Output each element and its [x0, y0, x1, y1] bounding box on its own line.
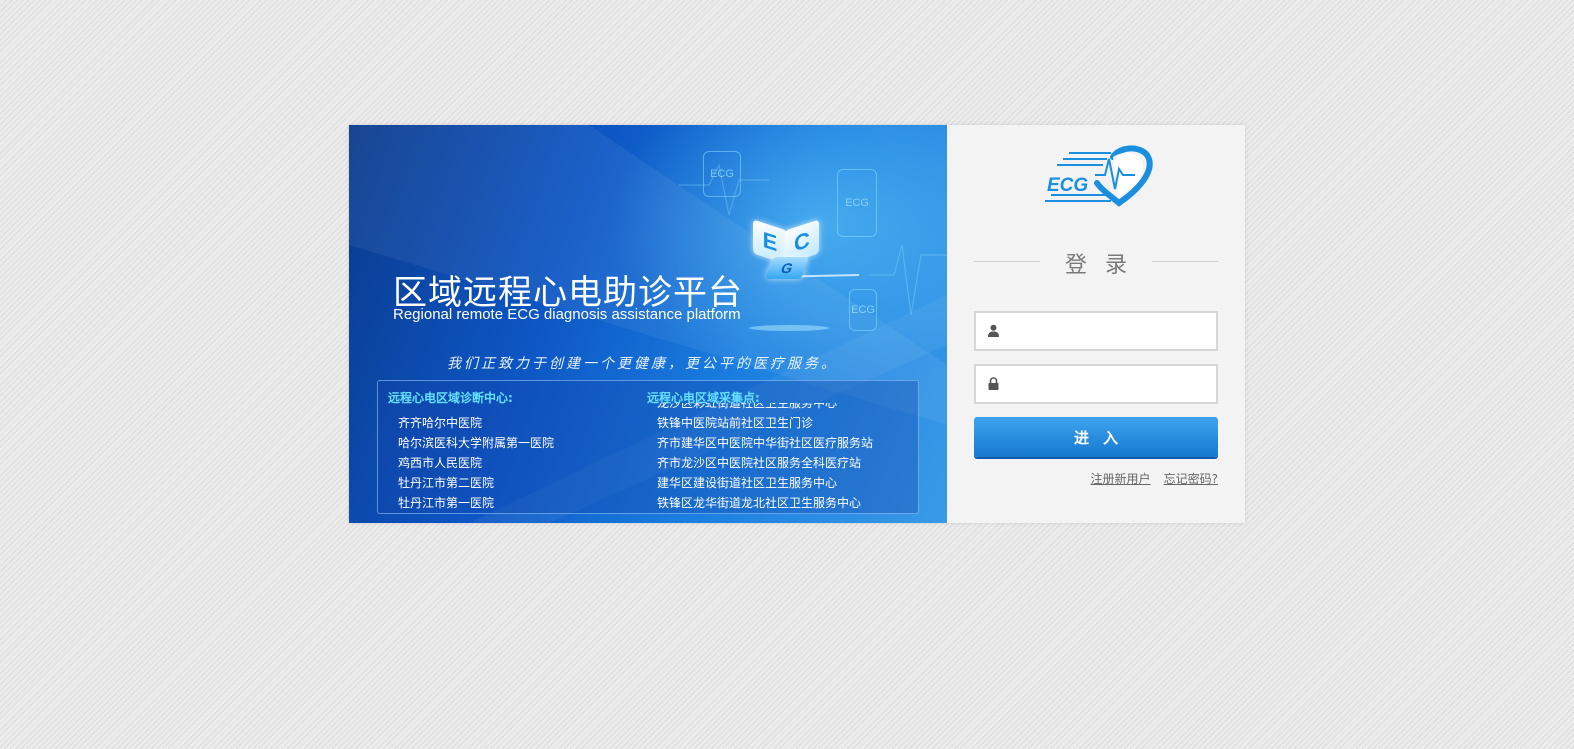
- list-item: 建华区建设街道社区卫生服务中心: [657, 476, 838, 490]
- centers-panel: 远程心电区域诊断中心: 齐齐哈尔中医院 哈尔滨医科大学附属第一医院 鸡西市人民医…: [377, 380, 919, 514]
- list-item: 铁锋中医院站前社区卫生门诊: [657, 416, 814, 430]
- ecg-cube-icon: E C G: [751, 215, 821, 293]
- ecg-float-icon: ECG: [837, 169, 877, 237]
- login-box: ECG ECG ECG E C G 区域远程心电助诊平台 Regional re…: [349, 125, 1245, 523]
- register-link[interactable]: 注册新用户: [1091, 472, 1151, 486]
- ecg-float-icon: ECG: [849, 289, 877, 331]
- diagnosis-centers-title: 远程心电区域诊断中心:: [388, 391, 513, 405]
- password-input[interactable]: [1010, 366, 1214, 404]
- login-links: 注册新用户 忘记密码?: [1083, 468, 1218, 487]
- password-field[interactable]: [974, 364, 1218, 404]
- login-panel: ECG 登录 进入 注册新用户 忘记密码?: [947, 125, 1245, 523]
- list-item: 哈尔滨医科大学附属第一医院: [398, 436, 555, 450]
- list-item: 牡丹江市第一医院: [398, 496, 495, 510]
- username-field[interactable]: [974, 311, 1218, 351]
- banner-slogan: 我们正致力于创建一个更健康，更公平的医疗服务。: [447, 356, 838, 372]
- list-item: 铁锋区龙华街道龙北社区卫生服务中心: [657, 496, 862, 509]
- forgot-password-link[interactable]: 忘记密码?: [1164, 472, 1218, 486]
- login-title-row: 登录: [974, 245, 1218, 279]
- list-item: 龙沙区彩虹街道社区卫生服务中心: [657, 403, 838, 410]
- banner-subtitle: Regional remote ECG diagnosis assistance…: [393, 306, 741, 323]
- list-item: 牡丹江市第二医院: [398, 476, 495, 490]
- list-item: 鸡西市人民医院: [398, 456, 483, 470]
- logo-text: ECG: [1047, 175, 1088, 196]
- list-item: 齐市建华区中医院中华街社区医疗服务站: [657, 436, 874, 450]
- collection-points-list: 龙沙区彩虹街道社区卫生服务中心 铁锋中医院站前社区卫生门诊 齐市建华区中医院中华…: [657, 403, 873, 509]
- ecg-heart-logo-icon: ECG: [1045, 145, 1153, 207]
- lock-icon: [988, 377, 999, 390]
- diagnosis-centers-list: 齐齐哈尔中医院 哈尔滨医科大学附属第一医院 鸡西市人民医院 牡丹江市第二医院 牡…: [398, 413, 554, 513]
- banner: ECG ECG ECG E C G 区域远程心电助诊平台 Regional re…: [349, 125, 947, 523]
- login-button[interactable]: 进入: [974, 417, 1218, 457]
- list-item: 齐市龙沙区中医院社区服务全科医疗站: [657, 456, 862, 470]
- collection-points-scroller[interactable]: 龙沙区彩虹街道社区卫生服务中心 铁锋中医院站前社区卫生门诊 齐市建华区中医院中华…: [648, 403, 908, 509]
- user-icon: [988, 324, 999, 337]
- list-item: 齐齐哈尔中医院: [398, 416, 483, 430]
- ecg-float-icon: ECG: [703, 151, 741, 197]
- divider: [1152, 261, 1218, 262]
- cube-face: G: [764, 257, 810, 279]
- login-title: 登录: [1064, 253, 1145, 278]
- username-input[interactable]: [1010, 313, 1214, 351]
